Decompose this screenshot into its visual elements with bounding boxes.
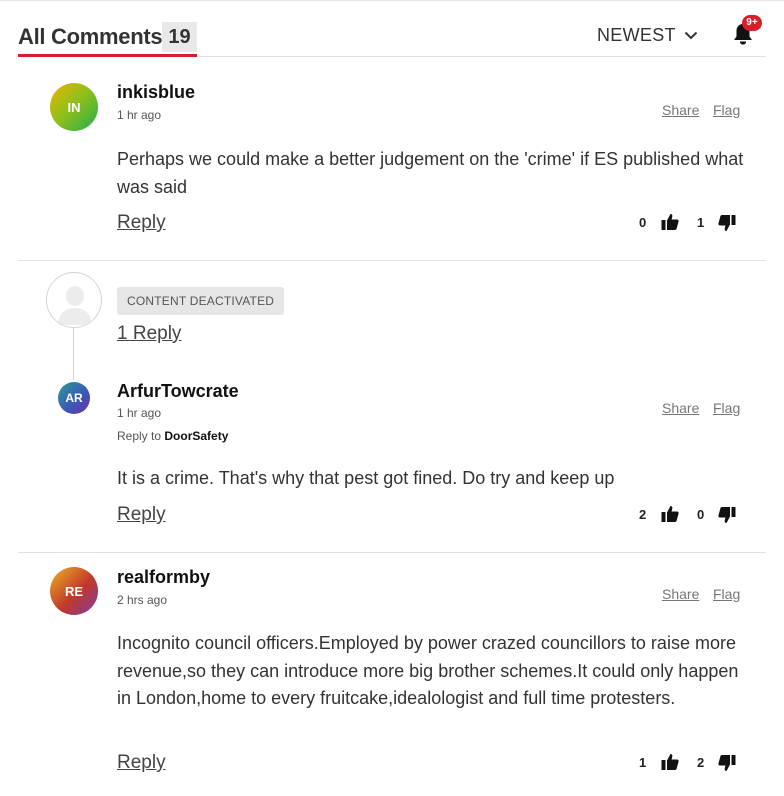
comment-timestamp: 1 hr ago (117, 406, 162, 420)
thread-line (73, 328, 74, 380)
sort-label: NEWEST (597, 25, 676, 45)
avatar-initials: AR (65, 391, 83, 405)
notification-count-badge: 9+ (742, 15, 762, 31)
comment-timestamp: 2 hrs ago (117, 593, 168, 607)
thumbs-down-icon[interactable] (718, 506, 736, 524)
comment-divider (18, 552, 766, 553)
comment-text: Perhaps we could make a better judgement… (117, 149, 744, 197)
dislike-count: 2 (697, 755, 705, 770)
comment-username[interactable]: ArfurTowcrate (117, 381, 239, 402)
avatar[interactable]: RE (50, 567, 98, 615)
content-deactivated-badge: CONTENT DEACTIVATED (117, 287, 285, 315)
reply-button[interactable]: Reply (117, 212, 166, 234)
share-link[interactable]: Share (662, 586, 699, 602)
avatar-initials: IN (67, 99, 81, 115)
like-count: 1 (639, 755, 647, 770)
view-replies-link[interactable]: 1 Reply (117, 323, 181, 345)
thumbs-up-icon[interactable] (661, 213, 679, 231)
comment-timestamp: 1 hr ago (117, 108, 162, 122)
sort-dropdown[interactable]: NEWEST (597, 25, 698, 46)
dislike-count: 1 (697, 215, 705, 230)
user-silhouette-icon (58, 286, 92, 325)
share-link[interactable]: Share (662, 400, 699, 416)
avatar-initials: RE (64, 583, 84, 599)
comment-count-badge: 19 (162, 22, 197, 52)
flag-link[interactable]: Flag (713, 586, 740, 602)
reply-button[interactable]: Reply (117, 504, 166, 526)
avatar[interactable]: AR (58, 382, 90, 414)
comment-divider (18, 260, 766, 261)
comments-title: All Comments (18, 24, 163, 49)
reply-to-username[interactable]: DoorSafety (164, 429, 228, 443)
dislike-count: 0 (697, 507, 705, 522)
like-count: 2 (639, 507, 647, 522)
like-count: 0 (639, 215, 647, 230)
comment-username[interactable]: inkisblue (117, 82, 195, 103)
comments-header: All Comments 19 NEWEST 9+ (18, 15, 766, 58)
comment-text: Incognito council officers.Employed by p… (117, 633, 739, 708)
thumbs-down-icon[interactable] (718, 754, 736, 772)
reply-button[interactable]: Reply (117, 752, 166, 774)
reply-to-prefix: Reply to (117, 429, 162, 443)
reply-to-line: Reply to DoorSafety (117, 429, 228, 443)
thumbs-up-icon[interactable] (661, 505, 679, 523)
flag-link[interactable]: Flag (713, 102, 740, 118)
deactivated-avatar (46, 272, 102, 328)
share-link[interactable]: Share (662, 102, 699, 118)
flag-link[interactable]: Flag (713, 400, 740, 416)
chevron-down-icon (684, 31, 698, 40)
avatar[interactable]: IN (50, 83, 98, 131)
active-tab-underline (18, 54, 197, 57)
thumbs-up-icon[interactable] (661, 753, 679, 771)
thumbs-down-icon[interactable] (718, 214, 736, 232)
comment-username[interactable]: realformby (117, 567, 210, 588)
top-border (0, 0, 784, 1)
comment-text: It is a crime. That's why that pest got … (117, 468, 615, 488)
